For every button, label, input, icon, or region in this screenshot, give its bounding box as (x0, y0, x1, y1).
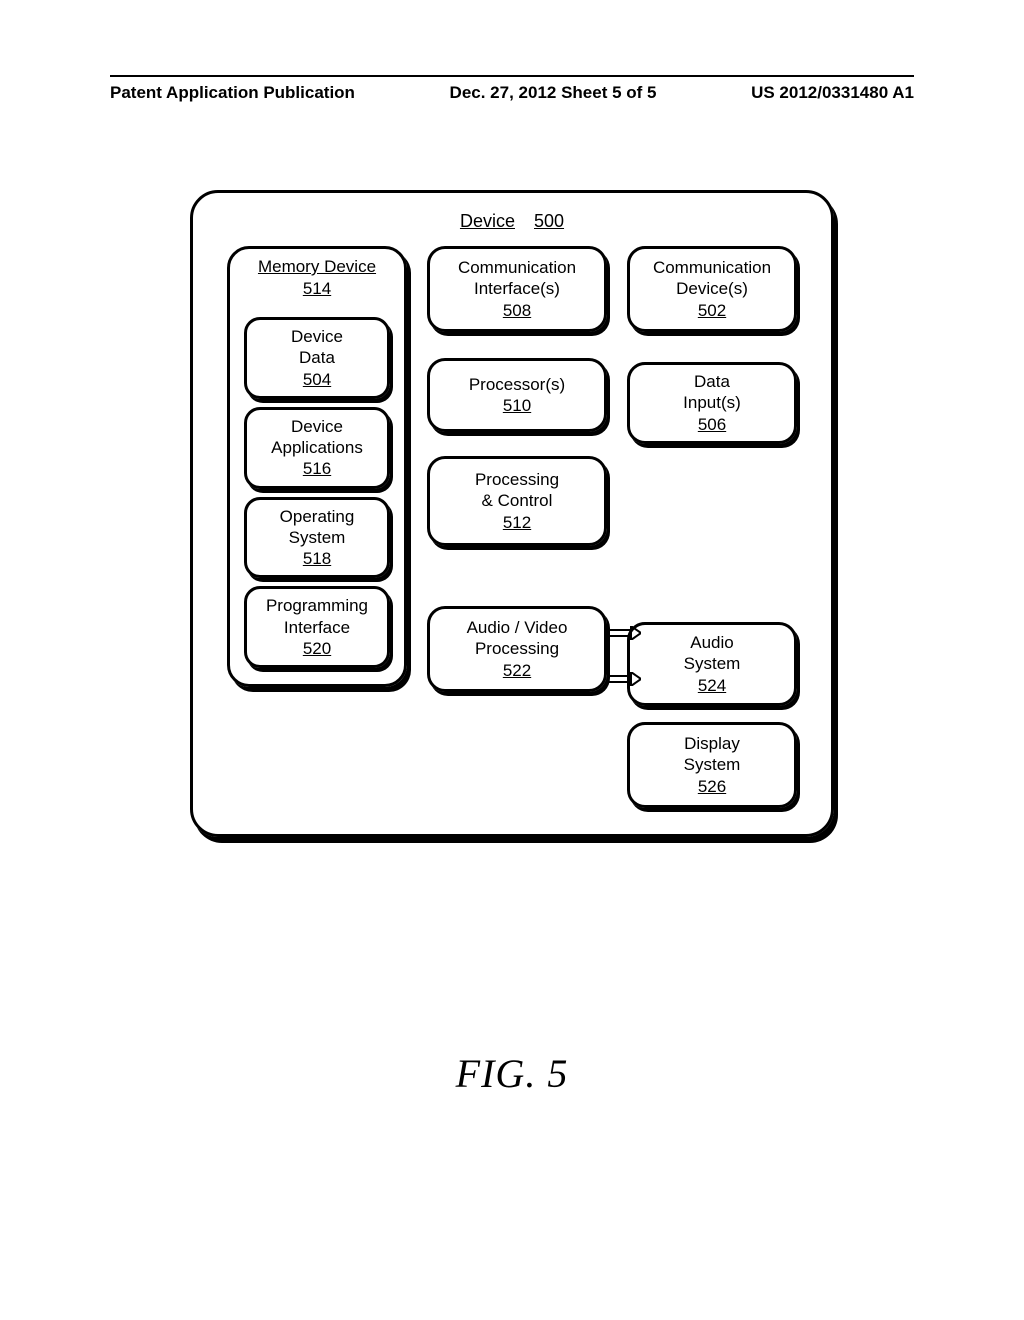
memory-device-block: Memory Device 514 Device Data 504 Device… (227, 246, 407, 687)
audio-system-label: Audio System (684, 632, 741, 675)
comm-interfaces-label: Communication Interface(s) (458, 257, 576, 300)
processors-label: Processor(s) (469, 374, 565, 395)
memory-device-label: Memory Device (240, 257, 394, 277)
device-data-label: Device Data (251, 326, 383, 369)
page: Patent Application Publication Dec. 27, … (0, 0, 1024, 1320)
comm-devices-num: 502 (698, 300, 726, 321)
figure-caption-num: . 5 (525, 1051, 568, 1096)
figure-caption-f: F (456, 1051, 481, 1096)
device-apps-label: Device Applications (251, 416, 383, 459)
header-center: Dec. 27, 2012 Sheet 5 of 5 (450, 83, 657, 103)
device-data-block: Device Data 504 (244, 317, 390, 399)
device-outer-block: Device 500 Memory Device 514 Device Data… (190, 190, 834, 837)
header-left: Patent Application Publication (110, 83, 355, 103)
data-inputs-block: Data Input(s) 506 (627, 362, 797, 444)
device-title-label: Device (460, 211, 515, 231)
col-right: Communication Device(s) 502 Data Input(s… (627, 246, 797, 808)
prog-if-block: Programming Interface 520 (244, 586, 390, 668)
av-processing-num: 522 (503, 660, 531, 681)
comm-interfaces-num: 508 (503, 300, 531, 321)
columns: Memory Device 514 Device Data 504 Device… (227, 246, 797, 808)
device-title-num: 500 (534, 211, 564, 231)
os-block: Operating System 518 (244, 497, 390, 579)
memory-device-num: 514 (303, 279, 331, 299)
processing-control-label: Processing & Control (475, 469, 559, 512)
header-right: US 2012/0331480 A1 (751, 83, 914, 103)
data-inputs-label: Data Input(s) (683, 371, 741, 414)
header-row: Patent Application Publication Dec. 27, … (110, 83, 914, 103)
av-processing-block: Audio / Video Processing 522 (427, 606, 607, 692)
prog-if-label: Programming Interface (251, 595, 383, 638)
header-rule (110, 75, 914, 77)
os-num: 518 (251, 548, 383, 569)
comm-interfaces-block: Communication Interface(s) 508 (427, 246, 607, 332)
figure-caption-rest: IG (481, 1051, 525, 1096)
display-system-block: Display System 526 (627, 722, 797, 808)
device-data-num: 504 (251, 369, 383, 390)
data-inputs-num: 506 (698, 414, 726, 435)
audio-system-block: Audio System 524 (627, 622, 797, 706)
processors-block: Processor(s) 510 (427, 358, 607, 432)
figure-caption: FIG. 5 (0, 1050, 1024, 1097)
display-system-num: 526 (698, 776, 726, 797)
processors-num: 510 (503, 395, 531, 416)
prog-if-num: 520 (251, 638, 383, 659)
device-apps-block: Device Applications 516 (244, 407, 390, 489)
device-title: Device 500 (227, 211, 797, 232)
figure-wrap: Device 500 Memory Device 514 Device Data… (0, 190, 1024, 837)
device-apps-num: 516 (251, 458, 383, 479)
col-mid: Communication Interface(s) 508 Processor… (427, 246, 607, 692)
processing-control-num: 512 (503, 512, 531, 533)
comm-devices-label: Communication Device(s) (653, 257, 771, 300)
col-left: Memory Device 514 Device Data 504 Device… (227, 246, 407, 687)
comm-devices-block: Communication Device(s) 502 (627, 246, 797, 332)
av-processing-label: Audio / Video Processing (467, 617, 568, 660)
audio-system-num: 524 (698, 675, 726, 696)
processing-control-block: Processing & Control 512 (427, 456, 607, 546)
os-label: Operating System (251, 506, 383, 549)
display-system-label: Display System (684, 733, 741, 776)
